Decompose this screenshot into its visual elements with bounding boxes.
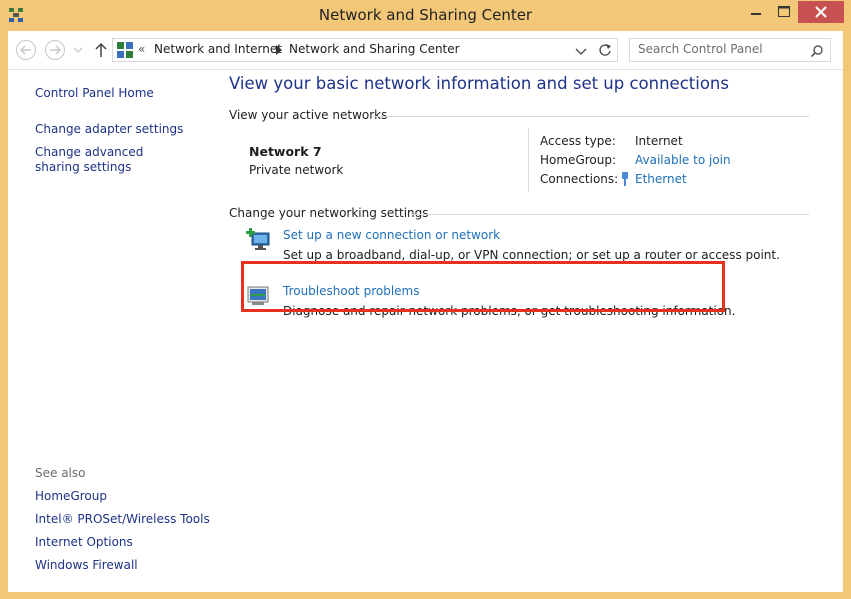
homegroup-available-link[interactable]: Available to join [635,153,731,167]
refresh-button[interactable] [593,38,618,62]
up-button[interactable] [92,39,114,61]
close-icon [815,6,827,18]
internet-options-link[interactable]: Internet Options [35,535,195,550]
homegroup-link[interactable]: HomeGroup [35,489,195,504]
ethernet-plug-icon [619,171,631,187]
search-box[interactable]: Search Control Panel [629,38,831,62]
breadcrumb-separator-icon[interactable] [275,44,283,59]
page-heading: View your basic network information and … [229,74,729,93]
change-advanced-sharing-settings-link[interactable]: Change advanced sharing settings [35,145,185,175]
network-category: Private network [249,163,344,177]
dropdown-chevron-icon [575,48,587,55]
intel-proset-wireless-tools-link[interactable]: Intel® PROSet/Wireless Tools [35,512,215,527]
vertical-divider [528,128,529,192]
forward-arrow-icon [45,40,65,60]
address-dropdown-button[interactable] [574,43,588,57]
active-networks-title: View your active networks [229,108,388,122]
navigation-bar: « Network and Internet Network and Shari… [8,31,843,70]
connections-label: Connections: [540,172,619,186]
ethernet-connection-link[interactable]: Ethernet [635,172,687,186]
recent-pages-button[interactable] [71,39,85,61]
back-button[interactable] [15,39,37,61]
networking-settings-title: Change your networking settings [229,206,429,220]
close-button[interactable] [798,1,844,23]
access-type-value: Internet [635,134,683,148]
client-area: « Network and Internet Network and Shari… [8,31,843,592]
up-arrow-icon [95,42,107,57]
refresh-icon [599,44,611,56]
minimize-button[interactable] [742,1,770,23]
search-icon[interactable] [810,43,824,58]
windows-firewall-link[interactable]: Windows Firewall [35,558,195,573]
setup-new-connection-link[interactable]: Set up a new connection or network [283,228,500,242]
homegroup-label: HomeGroup: [540,153,617,167]
recent-pages-chevron-icon [73,47,83,53]
address-bar[interactable]: « Network and Internet Network and Shari… [112,38,595,62]
change-adapter-settings-link[interactable]: Change adapter settings [35,122,195,137]
back-arrow-icon [16,40,36,60]
breadcrumb-item-network-and-internet[interactable]: Network and Internet [154,42,282,56]
window-title: Network and Sharing Center [318,6,533,24]
see-also-label: See also [35,466,86,480]
access-type-label: Access type: [540,134,616,148]
breadcrumb-item-network-and-sharing-center[interactable]: Network and Sharing Center [289,42,460,56]
window-frame: Network and Sharing Center « Network and… [0,0,851,599]
breadcrumb-overflow[interactable]: « [138,42,145,56]
minimize-icon [751,13,761,15]
setup-new-connection-description: Set up a broadband, dial-up, or VPN conn… [283,248,780,262]
maximize-button[interactable] [770,1,798,23]
control-panel-home-link[interactable]: Control Panel Home [35,86,195,101]
new-connection-icon [246,228,272,252]
forward-button[interactable] [44,39,66,61]
title-bar[interactable]: Network and Sharing Center [0,0,851,32]
maximize-icon [778,6,790,17]
control-panel-icon [116,41,134,59]
section-divider [372,116,809,117]
network-name: Network 7 [249,144,322,159]
search-input[interactable]: Search Control Panel [638,42,763,56]
left-pane: Control Panel Home Change adapter settin… [8,70,210,592]
section-divider [411,214,809,215]
highlight-box [241,261,725,312]
